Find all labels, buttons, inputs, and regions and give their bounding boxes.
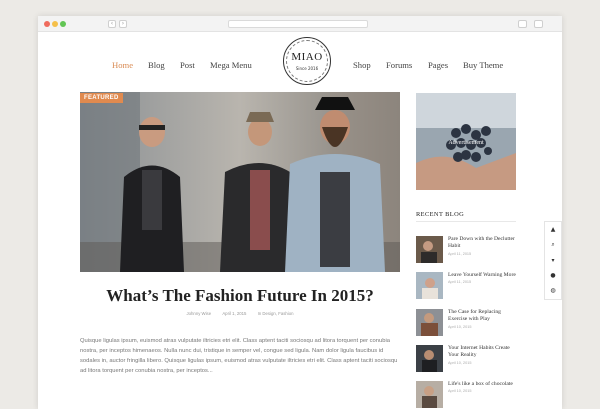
recent-blog-item[interactable]: Pare Down with the Declutter Habit April … [416, 236, 516, 266]
advertisement-label: Advertisement [448, 140, 484, 146]
recent-blog-thumbnail[interactable] [416, 309, 443, 336]
nav-home[interactable]: Home [112, 60, 133, 70]
maximize-window-icon[interactable] [60, 21, 66, 27]
arrow-up-icon[interactable]: ▲ [545, 223, 561, 237]
divider [416, 221, 516, 222]
post-excerpt: Quisque ligulas ipsum, euismod atras vul… [80, 338, 398, 374]
recent-blog-date: April 10, 2015 [448, 389, 472, 394]
minimize-window-icon[interactable] [52, 21, 58, 27]
recent-blog-date: April 10, 2015 [448, 360, 472, 365]
forward-icon[interactable]: › [119, 20, 127, 28]
recent-blog-date: April 10, 2015 [448, 324, 472, 329]
recent-blog-thumbnail[interactable] [416, 236, 443, 263]
tabs-icon[interactable] [534, 20, 543, 28]
recent-blog-heading: RECENT BLOG [416, 211, 465, 218]
browser-chrome: ‹ › [38, 16, 562, 32]
meta-date: April 1, 2015 [222, 311, 247, 316]
nav-pages[interactable]: Pages [428, 60, 448, 70]
meta-categories[interactable]: In Design, Fashion [258, 311, 294, 316]
floating-toolbar: ▲ ⌕ ▾ ● ◍ [544, 221, 562, 300]
recent-blog-item[interactable]: Life's like a box of chocolate April 10, … [416, 381, 516, 409]
featured-photo [80, 92, 400, 272]
meta-author[interactable]: Johnny Wise [187, 311, 212, 316]
user-icon[interactable]: ● [545, 269, 561, 283]
recent-blog-thumbnail[interactable] [416, 272, 443, 299]
nav-shop[interactable]: Shop [353, 60, 371, 70]
site-logo[interactable]: MIAO Since 2016 [283, 37, 331, 85]
nav-blog[interactable]: Blog [148, 60, 165, 70]
recent-blog-thumbnail[interactable] [416, 381, 443, 408]
recent-blog-title[interactable]: The Case for Replacing Exercise with Pla… [448, 309, 518, 329]
nav-post[interactable]: Post [180, 60, 195, 70]
logo-since: Since 2016 [295, 66, 319, 71]
featured-badge: FEATURED [80, 93, 123, 103]
logo-title: MIAO [291, 51, 323, 63]
recent-blog-title[interactable]: Leave Yourself Warning More April 11, 201… [448, 272, 518, 284]
cart-icon[interactable]: ▾ [545, 254, 561, 268]
search-icon[interactable]: ⌕ [545, 238, 561, 252]
nav-mega-menu[interactable]: Mega Menu [210, 60, 252, 70]
globe-icon[interactable]: ◍ [545, 284, 561, 298]
recent-blog-title[interactable]: Life's like a box of chocolate April 10, … [448, 381, 518, 393]
recent-blog-title[interactable]: Pare Down with the Declutter Habit April … [448, 236, 518, 256]
recent-blog-date: April 11, 2015 [448, 251, 472, 256]
recent-blog-item[interactable]: Your Internet Habits Create Your Reality… [416, 345, 516, 375]
recent-blog-thumbnail[interactable] [416, 345, 443, 372]
recent-blog-title[interactable]: Your Internet Habits Create Your Reality… [448, 345, 518, 365]
back-icon[interactable]: ‹ [108, 20, 116, 28]
nav-buy-theme[interactable]: Buy Theme [463, 60, 503, 70]
recent-blog-date: April 11, 2015 [448, 280, 472, 285]
post-title[interactable]: What’s The Fashion Future In 2015? [80, 286, 400, 306]
share-icon[interactable] [518, 20, 527, 28]
address-bar[interactable] [228, 20, 368, 28]
featured-image[interactable] [80, 92, 400, 272]
recent-blog-item[interactable]: Leave Yourself Warning More April 11, 201… [416, 272, 516, 302]
post-meta: Johnny Wise April 1, 2015 In Design, Fas… [80, 311, 400, 316]
close-window-icon[interactable] [44, 21, 50, 27]
nav-forums[interactable]: Forums [386, 60, 412, 70]
recent-blog-item[interactable]: The Case for Replacing Exercise with Pla… [416, 309, 516, 339]
